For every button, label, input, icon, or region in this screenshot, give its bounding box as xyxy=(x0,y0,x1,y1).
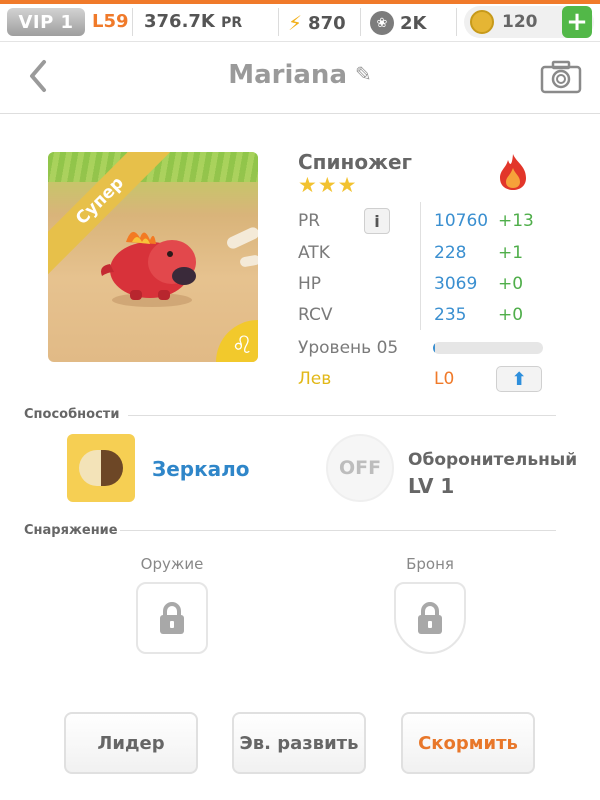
leader-button[interactable]: Лидер xyxy=(64,712,198,774)
section-divider xyxy=(128,415,556,416)
top-accent-strip xyxy=(0,0,600,4)
weapon-slot[interactable] xyxy=(136,582,208,654)
weapon-label: Оружие xyxy=(140,555,204,573)
stat-value: 3069 xyxy=(434,274,478,294)
passive-skill-name: Оборонительный xyxy=(408,450,578,470)
page-header: Mariana ✎ xyxy=(0,42,600,114)
energy-value: 870 xyxy=(308,12,346,34)
monster-portrait[interactable]: Супер ♌ xyxy=(48,152,258,362)
sign-level: L0 xyxy=(434,369,455,389)
bone-decoration xyxy=(239,254,258,268)
passive-skill-level: LV 1 xyxy=(408,474,455,498)
level-label: Уровень 05 xyxy=(298,338,399,358)
armor-label: Броня xyxy=(406,555,454,573)
paw-icon: ❀ xyxy=(370,11,394,35)
mirror-skill-icon[interactable] xyxy=(67,434,135,502)
vip-badge[interactable]: VIP 1 xyxy=(7,8,85,36)
stat-key: PR xyxy=(298,211,321,231)
stat-value: 10760 xyxy=(434,211,489,231)
lock-icon xyxy=(418,602,442,634)
player-level: L59 xyxy=(92,11,129,32)
stat-value: 228 xyxy=(434,243,467,263)
abilities-section-label: Способности xyxy=(24,407,120,422)
coin-value: 120 xyxy=(502,12,538,32)
feed-button[interactable]: Скормить xyxy=(401,712,535,774)
stat-row-hp: HP 3069 +0 xyxy=(298,274,548,298)
monster-sprite xyxy=(101,231,196,307)
fire-element-icon[interactable] xyxy=(496,152,530,192)
resource-bar: VIP 1 L59 376.7K PR ⚡ 870 ❀ 2K 120 + xyxy=(0,0,600,42)
coin-icon xyxy=(470,10,494,34)
divider xyxy=(132,8,133,36)
xp-progress-fill xyxy=(433,342,436,354)
mirror-half-dark xyxy=(101,450,123,486)
stat-row-atk: ATK 228 +1 xyxy=(298,243,548,267)
arrow-up-icon: ⬆ xyxy=(511,368,527,390)
active-skill-name[interactable]: Зеркало xyxy=(152,457,250,481)
pencil-icon[interactable]: ✎ xyxy=(355,62,372,86)
camera-icon[interactable] xyxy=(540,60,582,94)
paw-counter: ❀ 2K xyxy=(370,11,426,35)
xp-progress-bar xyxy=(433,342,543,354)
stat-delta: +0 xyxy=(498,305,524,325)
lightning-icon: ⚡ xyxy=(288,11,303,35)
divider xyxy=(278,8,279,36)
player-pr-value: 376.7K xyxy=(144,11,215,32)
page-title: Mariana xyxy=(228,60,347,90)
off-label: OFF xyxy=(338,457,382,479)
divider xyxy=(456,8,457,36)
stat-row-pr: PR 10760 +13 xyxy=(298,211,548,235)
stat-row-rcv: RCV 235 +0 xyxy=(298,305,548,329)
lock-icon xyxy=(160,602,184,634)
add-coins-button[interactable]: + xyxy=(562,6,592,38)
passive-skill-off-icon[interactable]: OFF xyxy=(326,434,394,502)
leo-sign-icon: ♌ xyxy=(216,320,258,362)
evolve-button[interactable]: Эв. развить xyxy=(232,712,366,774)
monster-nickname[interactable]: Mariana ✎ xyxy=(0,60,600,90)
armor-slot[interactable] xyxy=(394,582,466,654)
monster-name: Спиножег xyxy=(298,150,412,174)
player-pr: 376.7K PR xyxy=(144,11,242,32)
stat-value: 235 xyxy=(434,305,467,325)
energy-counter: ⚡ 870 xyxy=(288,11,346,35)
stat-key: RCV xyxy=(298,305,333,325)
stat-key: ATK xyxy=(298,243,330,263)
stat-key: HP xyxy=(298,274,322,294)
divider xyxy=(360,8,361,36)
stat-delta: +0 xyxy=(498,274,524,294)
section-divider xyxy=(120,530,556,531)
info-button[interactable]: i xyxy=(364,208,390,234)
stat-delta: +1 xyxy=(498,243,524,263)
upgrade-sign-button[interactable]: ⬆ xyxy=(496,366,542,392)
stat-delta: +13 xyxy=(498,211,534,231)
sign-label: Лев xyxy=(298,369,332,389)
mirror-half-light xyxy=(79,450,101,486)
rarity-stars: ★★★ xyxy=(298,173,358,197)
player-pr-unit: PR xyxy=(221,15,243,31)
bone-decoration xyxy=(225,225,258,251)
equipment-section-label: Снаряжение xyxy=(24,523,118,538)
paw-value: 2K xyxy=(400,12,427,34)
